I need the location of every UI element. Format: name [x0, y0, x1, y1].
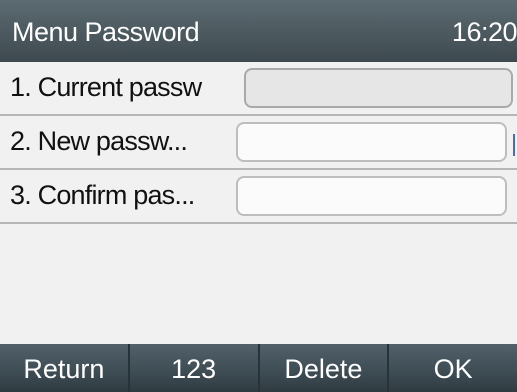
return-softkey[interactable]: Return: [0, 344, 130, 392]
clock: 16:20: [451, 17, 517, 47]
new-password-label: 2. New passw...: [10, 126, 188, 156]
phone-screen: Menu Password 16:20 1. Current passw 2. …: [0, 0, 517, 392]
password-form: 1. Current passw 2. New passw... 3. Conf…: [0, 62, 517, 344]
page-title: Menu Password: [12, 17, 200, 47]
new-password-input[interactable]: [236, 122, 507, 162]
softkey-bar: Return 123 Delete OK: [0, 344, 517, 392]
ok-softkey[interactable]: OK: [389, 344, 517, 392]
current-password-row[interactable]: 1. Current passw: [0, 62, 517, 116]
title-bar: Menu Password 16:20: [0, 0, 517, 62]
input-mode-softkey[interactable]: 123: [130, 344, 260, 392]
current-password-label: 1. Current passw: [10, 72, 202, 102]
new-password-row[interactable]: 2. New passw...: [0, 116, 517, 170]
text-caret: [513, 134, 515, 156]
delete-softkey[interactable]: Delete: [260, 344, 390, 392]
confirm-password-label: 3. Confirm pas...: [10, 180, 195, 210]
confirm-password-input[interactable]: [236, 176, 507, 216]
confirm-password-row[interactable]: 3. Confirm pas...: [0, 170, 517, 224]
current-password-input[interactable]: [244, 68, 513, 108]
